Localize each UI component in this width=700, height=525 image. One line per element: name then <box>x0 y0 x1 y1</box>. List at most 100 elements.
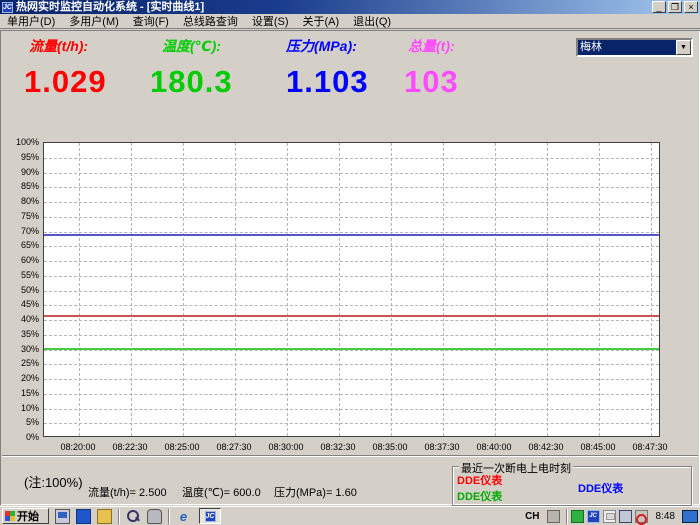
y-axis-label: 90% <box>2 167 39 177</box>
menu-item-settings[interactable]: 设置(S) <box>245 13 296 29</box>
dde-meter-blue: DDE仪表 <box>578 480 623 496</box>
quick-launch-app-icon[interactable] <box>76 509 91 524</box>
y-axis-label: 40% <box>2 314 39 324</box>
taskbar: 开始 e JC CH JC 8:48 <box>0 506 700 525</box>
menu-item-single-user[interactable]: 单用户(D) <box>0 13 62 29</box>
mouse-tool-icon[interactable] <box>147 509 162 524</box>
horizontal-gridline <box>44 379 659 380</box>
flag-icon[interactable] <box>603 510 616 523</box>
y-axis-label: 50% <box>2 285 39 295</box>
x-axis-label: 08:47:30 <box>623 442 677 452</box>
menu-item-exit[interactable]: 退出(Q) <box>346 13 398 29</box>
x-axis-label: 08:45:00 <box>571 442 625 452</box>
app-icon: JC <box>2 2 13 13</box>
y-axis-label: 60% <box>2 255 39 265</box>
y-axis-label: 25% <box>2 358 39 368</box>
horizontal-gridline <box>44 232 659 233</box>
x-axis-label: 08:32:30 <box>311 442 365 452</box>
x-axis-label: 08:40:00 <box>467 442 521 452</box>
y-axis-label: 5% <box>2 417 39 427</box>
language-indicator[interactable]: CH <box>521 511 543 522</box>
readout-total: 总量(t): 103 <box>404 36 459 100</box>
vertical-gridline <box>443 143 444 436</box>
station-combobox[interactable]: 梅林 ▼ <box>576 38 693 57</box>
dde-meter-green: DDE仪表 <box>457 488 502 504</box>
tray-status-icon[interactable] <box>571 510 584 523</box>
close-button-icon[interactable]: × <box>684 1 698 13</box>
system-tray: CH JC 8:48 <box>521 508 698 525</box>
horizontal-gridline <box>44 158 659 159</box>
window-title: 热网实时监控自动化系统 - [实时曲线1] <box>16 0 204 14</box>
y-axis-label: 45% <box>2 299 39 309</box>
temperature-label: 温度(℃): <box>162 36 233 56</box>
readout-temperature: 温度(℃): 180.3 <box>150 36 233 100</box>
start-button-label: 开始 <box>17 508 39 524</box>
vertical-gridline <box>79 143 80 436</box>
menu-item-query[interactable]: 查询(F) <box>126 13 176 29</box>
horizontal-gridline <box>44 217 659 218</box>
x-axis-label: 08:37:30 <box>415 442 469 452</box>
printer-icon[interactable] <box>547 510 560 523</box>
flow-label: 流量(t/h): <box>29 36 107 56</box>
chevron-down-icon[interactable]: ▼ <box>676 40 691 55</box>
horizontal-gridline <box>44 202 659 203</box>
y-axis-label: 100% <box>2 137 39 147</box>
show-desktop-icon[interactable] <box>55 509 70 524</box>
x-axis-label: 08:42:30 <box>519 442 573 452</box>
y-axis-label: 70% <box>2 226 39 236</box>
start-button[interactable]: 开始 <box>2 508 49 524</box>
menu-item-bus-query[interactable]: 总线路查询 <box>176 13 245 29</box>
readout-flow: 流量(t/h): 1.029 <box>24 36 107 100</box>
app-icon: JC <box>205 511 216 522</box>
horizontal-gridline <box>44 173 659 174</box>
horizontal-gridline <box>44 261 659 262</box>
vertical-gridline <box>183 143 184 436</box>
x-axis-label: 08:35:00 <box>363 442 417 452</box>
series-line-温度 <box>44 348 659 350</box>
vertical-gridline <box>547 143 548 436</box>
minimize-button-icon[interactable]: _ <box>652 1 666 13</box>
y-axis-label: 30% <box>2 344 39 354</box>
pressure-value: 1.103 <box>286 64 369 100</box>
taskbar-clock[interactable]: 8:48 <box>656 511 675 522</box>
display-icon[interactable] <box>682 510 698 523</box>
menu-item-multi-user[interactable]: 多用户(M) <box>62 13 126 29</box>
horizontal-gridline <box>44 394 659 395</box>
volume-muted-icon[interactable] <box>635 510 648 523</box>
horizontal-gridline <box>44 364 659 365</box>
chart-note: (注:100%) <box>24 472 83 491</box>
horizontal-gridline <box>44 305 659 306</box>
menu-item-about[interactable]: 关于(A) <box>296 13 347 29</box>
vertical-gridline <box>599 143 600 436</box>
series-line-压力 <box>44 234 659 236</box>
pressure-label: 压力(MPa): <box>286 36 369 56</box>
client-area: 流量(t/h): 1.029 温度(℃): 180.3 压力(MPa): 1.1… <box>0 30 700 505</box>
network-icon[interactable] <box>619 510 632 523</box>
tray-app-icon[interactable]: JC <box>587 510 600 523</box>
screen: JC 热网实时监控自动化系统 - [实时曲线1] _ ❐ × 单用户(D) 多用… <box>0 0 700 525</box>
y-axis-label: 0% <box>2 432 39 442</box>
horizontal-separator <box>2 455 698 457</box>
horizontal-gridline <box>44 246 659 247</box>
vertical-gridline <box>495 143 496 436</box>
windows-logo-icon <box>5 511 15 521</box>
y-axis-label: 10% <box>2 403 39 413</box>
y-axis-label: 75% <box>2 211 39 221</box>
total-label: 总量(t): <box>408 36 459 56</box>
search-icon[interactable] <box>126 509 141 524</box>
internet-explorer-icon[interactable]: e <box>176 509 191 524</box>
series-line-流量 <box>44 315 659 317</box>
trend-chart-plot-area <box>43 142 660 437</box>
title-bar: JC 热网实时监控自动化系统 - [实时曲线1] _ ❐ × <box>0 0 700 14</box>
restore-button-icon[interactable]: ❐ <box>668 1 682 13</box>
horizontal-gridline <box>44 409 659 410</box>
vertical-gridline <box>339 143 340 436</box>
active-task-button[interactable]: JC <box>199 508 221 524</box>
total-value: 103 <box>404 64 459 100</box>
flow-full-scale: 流量(t/h)= 2.500 <box>88 484 167 500</box>
horizontal-gridline <box>44 423 659 424</box>
horizontal-gridline <box>44 320 659 321</box>
folder-icon[interactable] <box>97 509 112 524</box>
x-axis-label: 08:22:30 <box>103 442 157 452</box>
taskbar-separator <box>566 509 568 524</box>
